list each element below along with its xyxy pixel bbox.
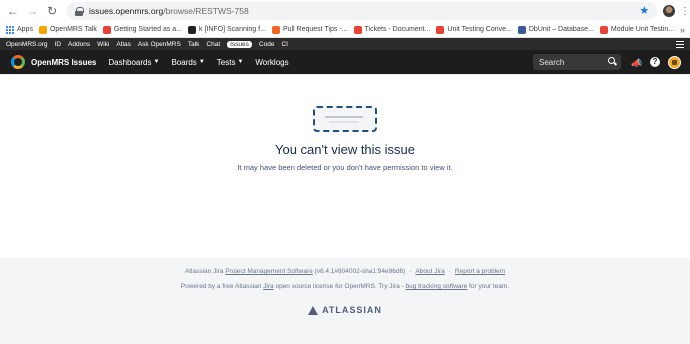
about-jira-link[interactable]: About Jira — [415, 268, 444, 275]
bookmark-star-icon[interactable]: ★ — [639, 4, 649, 17]
favicon-icon — [353, 25, 362, 34]
back-arrow-icon[interactable]: ← — [6, 4, 20, 18]
forward-arrow-icon[interactable]: → — [26, 4, 40, 18]
bookmark-label: Module Unit Testin... — [610, 26, 675, 33]
bookmark-label: Getting Started as a... — [113, 26, 183, 33]
pms-link[interactable]: Project Management Software — [225, 268, 312, 275]
chevron-down-icon: ▼ — [198, 59, 205, 65]
help-icon[interactable]: ? — [650, 57, 660, 67]
favicon-icon — [271, 25, 280, 34]
bookmark-label: Pull Request Tips -... — [282, 26, 348, 33]
user-avatar[interactable] — [668, 56, 681, 69]
atlassian-icon — [308, 305, 319, 315]
bookmarks-more-icon[interactable]: » — [680, 25, 685, 35]
kebab-menu-icon[interactable]: ⋮ — [680, 6, 690, 17]
menu-dashboards[interactable]: Dashboards ▼ — [108, 58, 159, 67]
report-problem-link[interactable]: Report a problem — [455, 268, 505, 275]
address-bar[interactable]: issues.openmrs.org/browse/RESTWS-758 ★ — [67, 2, 658, 20]
site-nav-chat[interactable]: Chat — [206, 41, 220, 48]
bookmark-item[interactable]: OpenMRS Talk — [38, 25, 97, 34]
powered-suffix: for your team. — [467, 283, 510, 290]
app-title[interactable]: OpenMRS Issues — [31, 58, 96, 67]
menu-label: Dashboards — [108, 57, 152, 67]
profile-avatar[interactable] — [663, 5, 675, 17]
atlassian-logo[interactable]: ATLASSIAN — [0, 305, 690, 315]
footer-line-license: Powered by a free Atlassian Jira open so… — [0, 283, 690, 290]
menu-label: Boards — [171, 57, 197, 67]
empty-issue-illustration — [313, 106, 377, 132]
bookmark-label: k [INFO] Scanning f... — [199, 26, 266, 33]
favicon-icon — [599, 25, 608, 34]
chevron-down-icon: ▼ — [153, 59, 160, 65]
bookmark-label: OpenMRS Talk — [49, 26, 97, 33]
error-subtitle: It may have been deleted or you don't ha… — [237, 163, 453, 172]
bookmark-item[interactable]: k [INFO] Scanning f... — [188, 25, 266, 34]
bookmark-label: Unit Testing Conve... — [447, 26, 512, 33]
bookmark-label: DbUnit – Database... — [528, 26, 594, 33]
footer: Atlassian Jira Project Management Softwa… — [0, 258, 690, 344]
footer-prefix: Atlassian Jira — [184, 268, 226, 275]
jira-header: OpenMRS Issues Dashboards ▼ Boards ▼ Tests… — [0, 50, 690, 74]
site-nav-wiki[interactable]: Wiki — [97, 41, 109, 48]
favicon-icon — [436, 25, 445, 34]
hamburger-menu-icon[interactable] — [676, 40, 684, 48]
footer-version: (v8.4.1#804002-sha1:94e96d6) — [312, 268, 406, 275]
site-nav-issues[interactable]: Issues — [227, 40, 252, 48]
reload-icon[interactable]: ↻ — [45, 4, 59, 18]
bug-tracking-link[interactable]: bug tracking software — [406, 283, 468, 290]
favicon-icon — [517, 25, 526, 34]
bookmark-item[interactable]: Module Unit Testin... — [599, 25, 675, 34]
favicon-icon — [102, 25, 111, 34]
site-nav-ci[interactable]: CI — [281, 41, 288, 48]
bookmark-item[interactable]: Pull Request Tips -... — [271, 25, 348, 34]
search-icon — [608, 57, 617, 66]
site-nav-code[interactable]: Code — [259, 41, 275, 48]
bookmark-item[interactable]: Tickets - Document... — [353, 25, 431, 34]
openmrs-site-nav: OpenMRS.org ID Addons Wiki Atlas Ask OpenMRS T… — [0, 38, 690, 50]
site-nav-talk[interactable]: Talk — [188, 41, 200, 48]
site-nav-ask-openmrs[interactable]: Ask OpenMRS — [138, 41, 181, 48]
lock-icon — [75, 6, 85, 16]
menu-boards[interactable]: Boards ▼ — [171, 58, 204, 67]
menu-tests[interactable]: Tests ▼ — [217, 58, 244, 67]
browser-toolbar: ← → ↻ issues.openmrs.org/browse/RESTWS-7… — [0, 0, 690, 22]
bookmark-label: Apps — [17, 26, 33, 33]
jira-link[interactable]: Jira — [263, 283, 273, 290]
powered-prefix: Powered by a free Atlassian — [180, 283, 264, 290]
url-host: issues.openmrs.org — [89, 6, 164, 16]
apps-grid-icon — [6, 25, 14, 34]
bookmark-label: Tickets - Document... — [364, 26, 431, 33]
search-input[interactable]: Search — [533, 54, 621, 70]
menu-label: Worklogs — [255, 57, 289, 67]
megaphone-icon[interactable]: 📣 — [631, 58, 642, 69]
atlassian-wordmark: ATLASSIAN — [322, 305, 382, 315]
openmrs-logo-icon[interactable] — [11, 55, 25, 69]
url-path: /browse/RESTWS-758 — [163, 6, 249, 16]
site-nav-id[interactable]: ID — [55, 41, 62, 48]
powered-mid: open source license for OpenMRS. Try Jir… — [273, 283, 406, 290]
bookmarks-bar: Apps OpenMRS Talk Getting Started as a... k… — [0, 22, 690, 38]
chevron-down-icon: ▼ — [237, 59, 244, 65]
site-nav-openmrs-org[interactable]: OpenMRS.org — [6, 41, 48, 48]
search-placeholder: Search — [539, 57, 565, 67]
site-nav-addons[interactable]: Addons — [68, 41, 90, 48]
bookmark-item[interactable]: Getting Started as a... — [102, 25, 183, 34]
bookmark-item[interactable]: DbUnit – Database... — [517, 25, 594, 34]
favicon-icon — [188, 25, 197, 34]
error-title: You can't view this issue — [274, 142, 416, 157]
menu-label: Tests — [216, 57, 236, 67]
site-nav-atlas[interactable]: Atlas — [116, 41, 130, 48]
bookmark-apps[interactable]: Apps — [6, 25, 33, 34]
menu-worklogs[interactable]: Worklogs — [255, 58, 288, 67]
bookmark-item[interactable]: Unit Testing Conve... — [436, 25, 512, 34]
footer-line-version: Atlassian Jira Project Management Softwa… — [184, 268, 506, 275]
favicon-icon — [38, 25, 47, 34]
